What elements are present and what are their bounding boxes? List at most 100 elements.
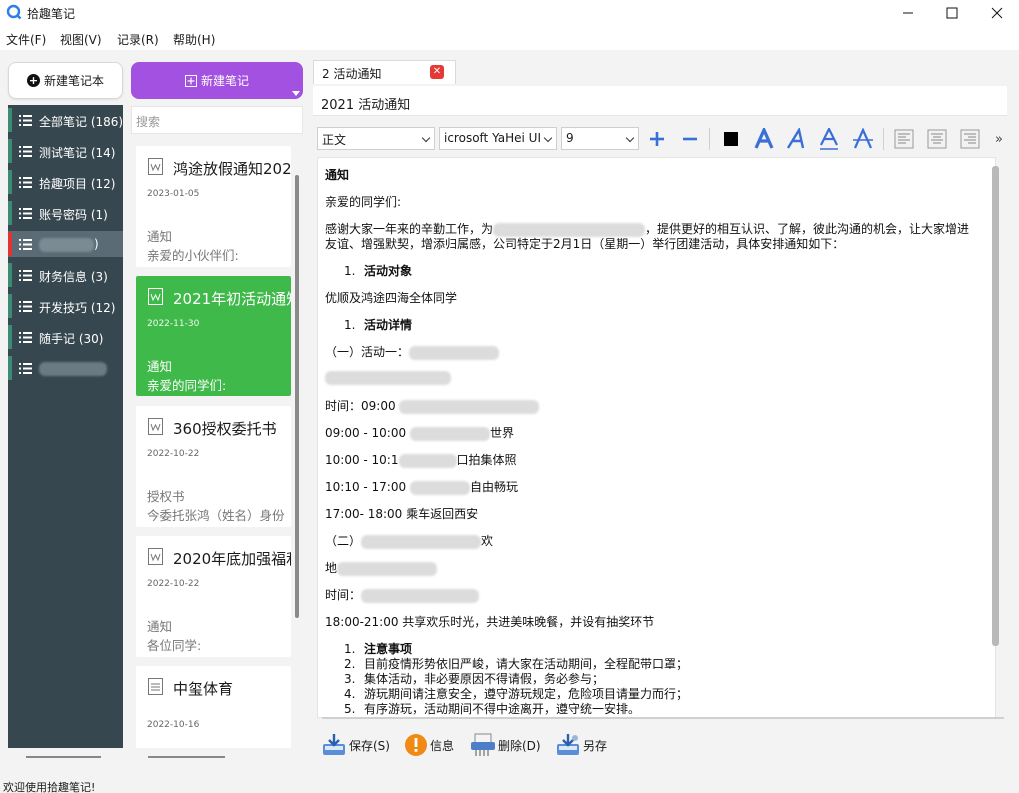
note-actions-bar: 保存(S) 信息 删除(D) 另存 bbox=[313, 728, 1013, 762]
menu-view[interactable]: 视图(V) bbox=[60, 31, 102, 48]
menu-help[interactable]: 帮助(H) bbox=[173, 31, 215, 48]
new-note-button[interactable]: 新建笔记 bbox=[131, 62, 303, 99]
toolbar-overflow-button[interactable]: » bbox=[989, 127, 1009, 151]
italic-button[interactable] bbox=[784, 127, 810, 151]
chevron-down-icon bbox=[625, 133, 635, 143]
tab-label: 2 活动通知 bbox=[322, 67, 382, 81]
note-list-scrollbar[interactable] bbox=[295, 175, 299, 618]
note-card[interactable]: 360授权委托书 2022-10-22 授权书 今委托张鸿（姓名）身份 bbox=[136, 406, 291, 527]
note-preview-line: 亲爱的同学们: bbox=[147, 378, 227, 393]
menu-record[interactable]: 记录(R) bbox=[117, 31, 159, 48]
dropdown-arrow-icon[interactable] bbox=[292, 91, 300, 96]
sidebar-color-bar bbox=[8, 139, 12, 163]
align-center-button[interactable] bbox=[924, 127, 950, 151]
increase-font-button[interactable] bbox=[644, 127, 670, 151]
sidebar-item-selected[interactable]: ) bbox=[8, 231, 123, 257]
close-icon bbox=[991, 7, 1003, 19]
font-family-select[interactable]: icrosoft YaHei UI bbox=[439, 127, 557, 150]
list-icon bbox=[19, 270, 32, 281]
sidebar-item-label: ) bbox=[39, 237, 99, 252]
sidebar-item-project[interactable]: 拾趣项目 (12) bbox=[8, 169, 123, 195]
sidebar-color-bar bbox=[8, 232, 12, 256]
align-right-button[interactable] bbox=[957, 127, 983, 151]
menu-bar: 文件(F) 视图(V) 记录(R) 帮助(H) bbox=[0, 26, 1019, 50]
content-paragraph: （二）欢 bbox=[325, 534, 494, 549]
font-size-select[interactable]: 9 bbox=[561, 127, 639, 150]
note-date: 2022-10-16 bbox=[147, 720, 200, 730]
content-scrollbar[interactable] bbox=[992, 166, 999, 646]
underline-icon bbox=[820, 128, 838, 150]
content-paragraph: 友谊、增强默契，增添归属感，公司特定于2月1日（星期一）举行团建活动，具体安排通… bbox=[325, 237, 845, 251]
note-card[interactable]: 2020年底加强福利 2022-10-22 通知 各位同学: bbox=[136, 536, 291, 657]
note-preview-line: 亲爱的小伙伴们: bbox=[147, 248, 239, 263]
new-notebook-label: 新建笔记本 bbox=[43, 74, 104, 88]
plus-icon bbox=[650, 132, 664, 146]
note-list-hscrollbar[interactable] bbox=[148, 756, 225, 758]
color-swatch-icon bbox=[724, 132, 738, 146]
list-icon bbox=[19, 146, 32, 157]
note-title-input[interactable]: 2021 活动通知 bbox=[313, 86, 1007, 116]
tab-active-note[interactable]: 2 活动通知 ✕ bbox=[313, 60, 456, 84]
note-card-selected[interactable]: 2021年初活动通知 2022-11-30 通知 亲爱的同学们: bbox=[136, 276, 291, 396]
note-date: 2022-11-30 bbox=[147, 319, 200, 329]
save-label: 保存(S) bbox=[349, 738, 390, 753]
content-paragraph: 10:00 - 10:1 口拍集体照 bbox=[325, 453, 517, 468]
align-left-button[interactable] bbox=[891, 127, 917, 151]
sidebar-item-all[interactable]: 全部笔记 (186) bbox=[8, 107, 123, 133]
menu-file[interactable]: 文件(F) bbox=[6, 31, 46, 48]
sidebar-color-bar bbox=[8, 108, 12, 132]
content-list-item: 5. 有序游玩，活动期间不得中途离开，遵守统一安排。 bbox=[344, 702, 641, 716]
sidebar-item-finance[interactable]: 财务信息 (3) bbox=[8, 262, 123, 288]
paragraph-style-select[interactable]: 正文 bbox=[317, 127, 435, 150]
note-preview-line: 授权书 bbox=[147, 489, 185, 504]
sidebar-hscrollbar[interactable] bbox=[26, 756, 101, 758]
delete-label: 删除(D) bbox=[498, 738, 541, 753]
note-card[interactable]: 鸿途放假通知202 2023-01-05 通知 亲爱的小伙伴们: bbox=[136, 146, 291, 267]
sidebar-item-devtips[interactable]: 开发技巧 (12) bbox=[8, 293, 123, 319]
minimize-button[interactable] bbox=[886, 0, 930, 26]
info-button[interactable]: 信息 bbox=[404, 732, 454, 758]
list-icon bbox=[19, 363, 32, 374]
note-preview-line: 今委托张鸿（姓名）身份 bbox=[147, 508, 285, 523]
maximize-button[interactable] bbox=[930, 0, 974, 26]
sidebar-item-test[interactable]: 测试笔记 (14) bbox=[8, 138, 123, 164]
sidebar-item-jottings[interactable]: 随手记 (30) bbox=[8, 324, 123, 350]
font-color-button[interactable] bbox=[718, 127, 744, 151]
search-input[interactable]: 搜索 bbox=[131, 106, 303, 134]
align-right-icon bbox=[960, 129, 980, 149]
delete-button[interactable]: 删除(D) bbox=[470, 732, 541, 758]
close-window-button[interactable] bbox=[975, 0, 1019, 26]
bold-button[interactable] bbox=[751, 127, 777, 151]
content-list-item: 1. 活动对象 bbox=[344, 264, 413, 278]
content-paragraph: 时间： bbox=[325, 586, 480, 603]
close-tab-icon[interactable]: ✕ bbox=[430, 65, 444, 79]
sidebar-color-bar bbox=[8, 294, 12, 318]
redacted-text bbox=[409, 426, 490, 441]
toolbar-divider bbox=[883, 128, 884, 150]
redacted-text bbox=[409, 480, 470, 495]
chevron-down-icon bbox=[543, 133, 553, 143]
save-button[interactable]: 保存(S) bbox=[321, 732, 390, 758]
sidebar-item-label: 全部笔记 (186) bbox=[39, 115, 124, 129]
content-list-item: 1. 活动详情 bbox=[344, 318, 413, 332]
sidebar-item-redacted[interactable] bbox=[8, 355, 123, 381]
list-icon bbox=[19, 115, 32, 126]
new-notebook-button[interactable]: + 新建笔记本 bbox=[8, 62, 123, 99]
save-as-button[interactable]: 另存 bbox=[555, 732, 607, 758]
note-content-editor[interactable]: 通知 亲爱的同学们: 感谢大家一年来的辛勤工作，为 ，提供更好的相互认识、了解，彼… bbox=[317, 157, 996, 718]
minus-icon bbox=[683, 137, 697, 141]
content-hscrollbar[interactable] bbox=[322, 717, 1004, 719]
sidebar-item-label: 拾趣项目 (12) bbox=[39, 177, 116, 191]
strikethrough-icon bbox=[853, 128, 873, 149]
sidebar-item-password[interactable]: 账号密码 (1) bbox=[8, 200, 123, 226]
underline-button[interactable] bbox=[816, 127, 842, 151]
note-preview-line: 通知 bbox=[147, 229, 173, 244]
content-heading: 通知 bbox=[325, 168, 350, 182]
note-card[interactable]: 中玺体育 2022-10-16 bbox=[136, 666, 291, 748]
plus-circle-icon: + bbox=[26, 74, 40, 87]
strikethrough-button[interactable] bbox=[850, 127, 876, 151]
decrease-font-button[interactable] bbox=[677, 127, 703, 151]
document-icon bbox=[148, 548, 163, 565]
content-paragraph bbox=[325, 370, 451, 385]
redacted-text bbox=[325, 370, 451, 385]
